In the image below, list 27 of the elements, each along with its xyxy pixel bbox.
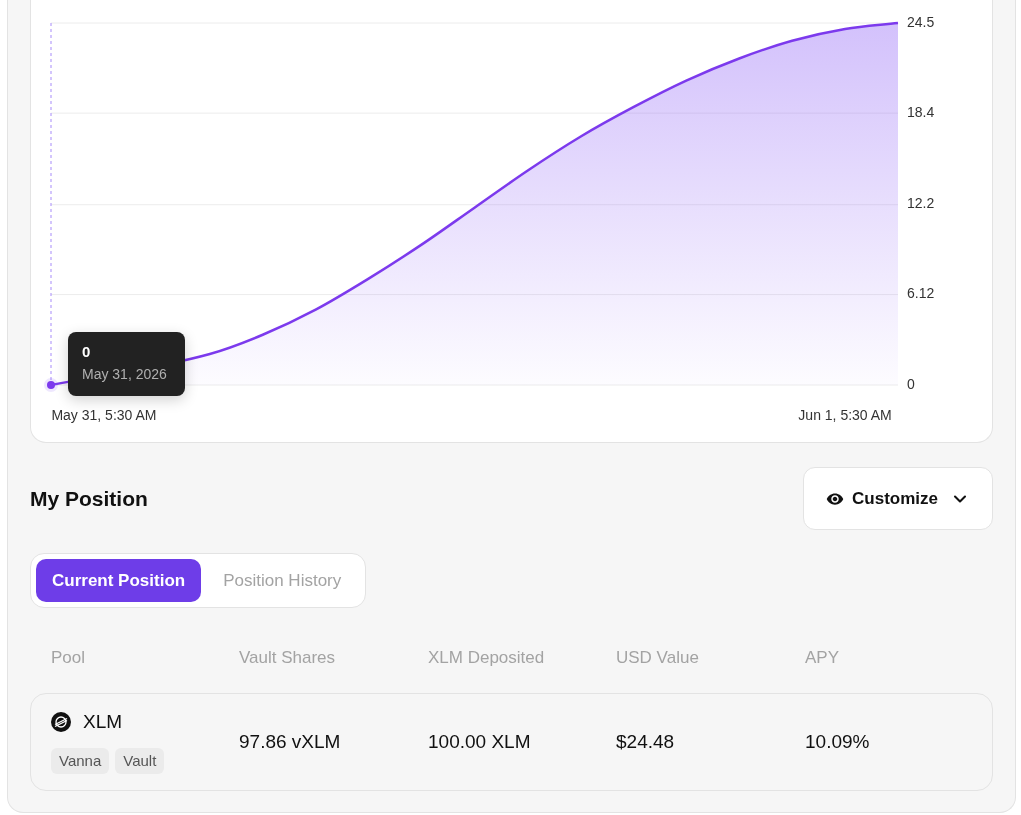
column-header: XLM Deposited <box>428 647 545 669</box>
y-axis-label: 0 <box>907 375 915 392</box>
y-axis-label: 24.5 <box>907 13 935 30</box>
column-header: Vault Shares <box>239 647 336 669</box>
hover-point-icon <box>44 378 58 392</box>
column-header: USD Value <box>616 647 699 669</box>
y-axis-label: 18.4 <box>907 103 935 120</box>
column-header: Pool <box>51 647 86 669</box>
customize-button[interactable]: Customize <box>803 467 993 530</box>
pool-name: XLM <box>83 709 123 734</box>
y-axis-label: 6.12 <box>907 285 935 302</box>
section-title: My Position <box>30 485 148 512</box>
tab[interactable]: Current Position <box>36 559 202 602</box>
coin-icon <box>51 712 71 732</box>
tooltip-value: 0 <box>82 342 92 362</box>
x-axis-label: May 31, 5:30 AM <box>51 406 157 423</box>
tooltip-date: May 31, 2026 <box>82 365 168 384</box>
column-header: APY <box>805 647 840 669</box>
position-row[interactable]: XLM Vanna Vault 97.86 vXLM 100.00 XLM $24.48 10.09% <box>30 693 993 791</box>
pool-tag: Vanna <box>51 748 110 774</box>
table-cell-text: $24.48 <box>616 729 675 754</box>
table-cell-text: 10.09% <box>805 729 870 754</box>
pool-tag: Vault <box>115 748 165 774</box>
table-cell-text: 100.00 XLM <box>428 729 531 754</box>
y-axis-label: 12.2 <box>907 195 935 212</box>
x-axis-label: Jun 1, 5:30 AM <box>798 406 892 423</box>
table-cell-text: 97.86 vXLM <box>239 729 341 754</box>
